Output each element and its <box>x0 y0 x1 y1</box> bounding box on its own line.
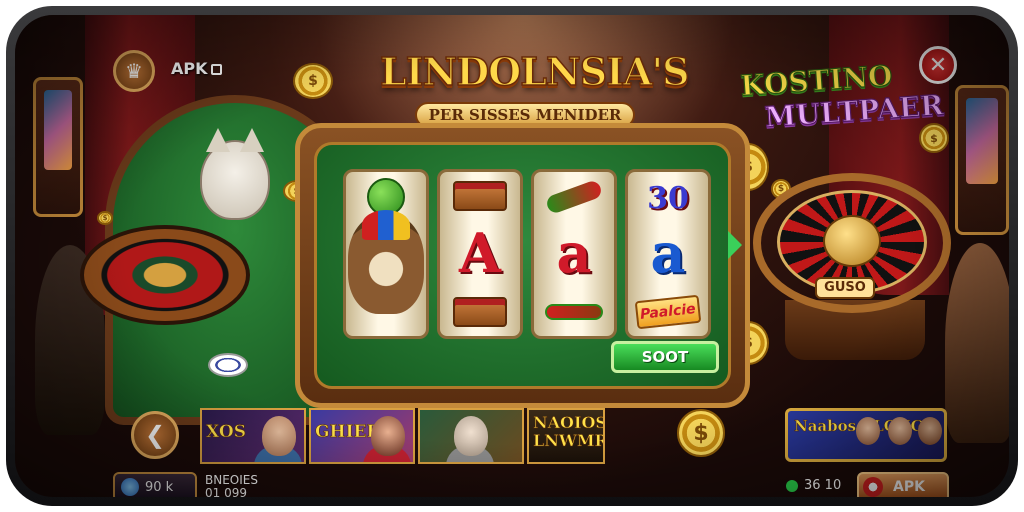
avatar <box>918 417 942 445</box>
reel-2: A <box>437 169 523 339</box>
apk-button-label: APK <box>893 479 925 495</box>
avatar <box>262 416 296 456</box>
apk-download-link[interactable]: APK <box>171 59 222 78</box>
reel-3-letter: a <box>556 221 592 285</box>
arcade-machine-left <box>33 77 83 217</box>
game-card[interactable] <box>418 408 524 464</box>
food-box-icon <box>440 292 520 332</box>
raccoon-mascot-icon <box>348 210 424 314</box>
wolf-mascot <box>200 128 270 220</box>
chili-pepper-icon <box>534 178 614 216</box>
chili-sausage-icon <box>534 294 614 330</box>
mini-roulette-wheel <box>80 225 250 325</box>
game-card[interactable]: GHIEE <box>309 408 415 464</box>
close-icon: ✕ <box>928 52 948 78</box>
user-id: 01 099 <box>205 486 247 498</box>
reel-2-letter: A <box>459 221 501 285</box>
external-box-icon <box>210 64 222 75</box>
chip-icon <box>863 477 883 497</box>
slot-reel-area: A a 30 a Paalcie SOOT <box>314 142 731 389</box>
game-carousel: XOS GHIEE NAOIOS LNWMRS <box>200 408 605 464</box>
arcade-machine-right <box>955 85 1009 235</box>
game-title: LINDOLNSIA'S <box>379 48 690 95</box>
slot-machine: A a 30 a Paalcie SOOT <box>295 123 750 408</box>
game-card-title: NAOIOS LNWMRS <box>533 413 605 450</box>
close-button[interactable]: ✕ <box>919 46 957 84</box>
avatar <box>371 416 405 456</box>
reel-4-label: Paalcie <box>628 292 708 332</box>
phone-frame: $ $ $ $ $ $ $ ♛ APK LINDOLNSIA'S PER SIS… <box>6 6 1018 506</box>
back-button[interactable]: ❮ <box>131 411 179 459</box>
online-count: 36 10 <box>804 478 842 493</box>
poker-chip <box>208 353 248 377</box>
balance-value: 90 k <box>145 479 174 495</box>
game-card-title: GHIEE <box>315 422 380 443</box>
apk-download-button[interactable]: APK <box>857 472 949 497</box>
online-stat: 36 10 <box>786 478 841 493</box>
roulette-hub <box>823 215 881 267</box>
reel-1 <box>343 169 429 339</box>
game-screen: $ $ $ $ $ $ $ ♛ APK LINDOLNSIA'S PER SIS… <box>15 15 1009 497</box>
food-box-icon <box>440 176 520 216</box>
reel-4: 30 a Paalcie <box>625 169 711 339</box>
menu-button[interactable]: ♛ <box>113 50 155 92</box>
dollar-coin-icon: $ <box>677 409 725 457</box>
gold-coin: $ <box>293 63 333 99</box>
balance-coin-icon <box>121 478 139 496</box>
avatar <box>454 416 488 456</box>
player-silhouette-right <box>945 243 1009 443</box>
avatar <box>856 417 880 445</box>
reel-4-number: 30 <box>647 180 689 216</box>
side-logo: KOSTINO MULTPAER <box>739 57 945 150</box>
online-dot-icon <box>786 479 798 492</box>
reel-4-letter: a <box>650 221 686 285</box>
promo-banner[interactable]: Naabos CLONG <box>785 408 947 462</box>
game-card-title: XOS <box>206 422 247 443</box>
avatar <box>888 417 912 445</box>
spin-button[interactable]: SOOT <box>611 341 719 373</box>
roulette-label: GUSO <box>815 277 875 299</box>
balance-display[interactable]: 90 k <box>113 472 197 497</box>
next-arrow-icon[interactable] <box>728 231 742 259</box>
game-card[interactable]: XOS <box>200 408 306 464</box>
back-arrow-icon: ❮ <box>144 421 166 449</box>
gold-coin: $ <box>97 211 113 225</box>
reel-3: a <box>531 169 617 339</box>
game-card[interactable]: NAOIOS LNWMRS <box>527 408 605 464</box>
user-info: BNEOIES 01 099 <box>205 474 258 498</box>
crown-logo-icon: ♛ <box>125 59 143 83</box>
